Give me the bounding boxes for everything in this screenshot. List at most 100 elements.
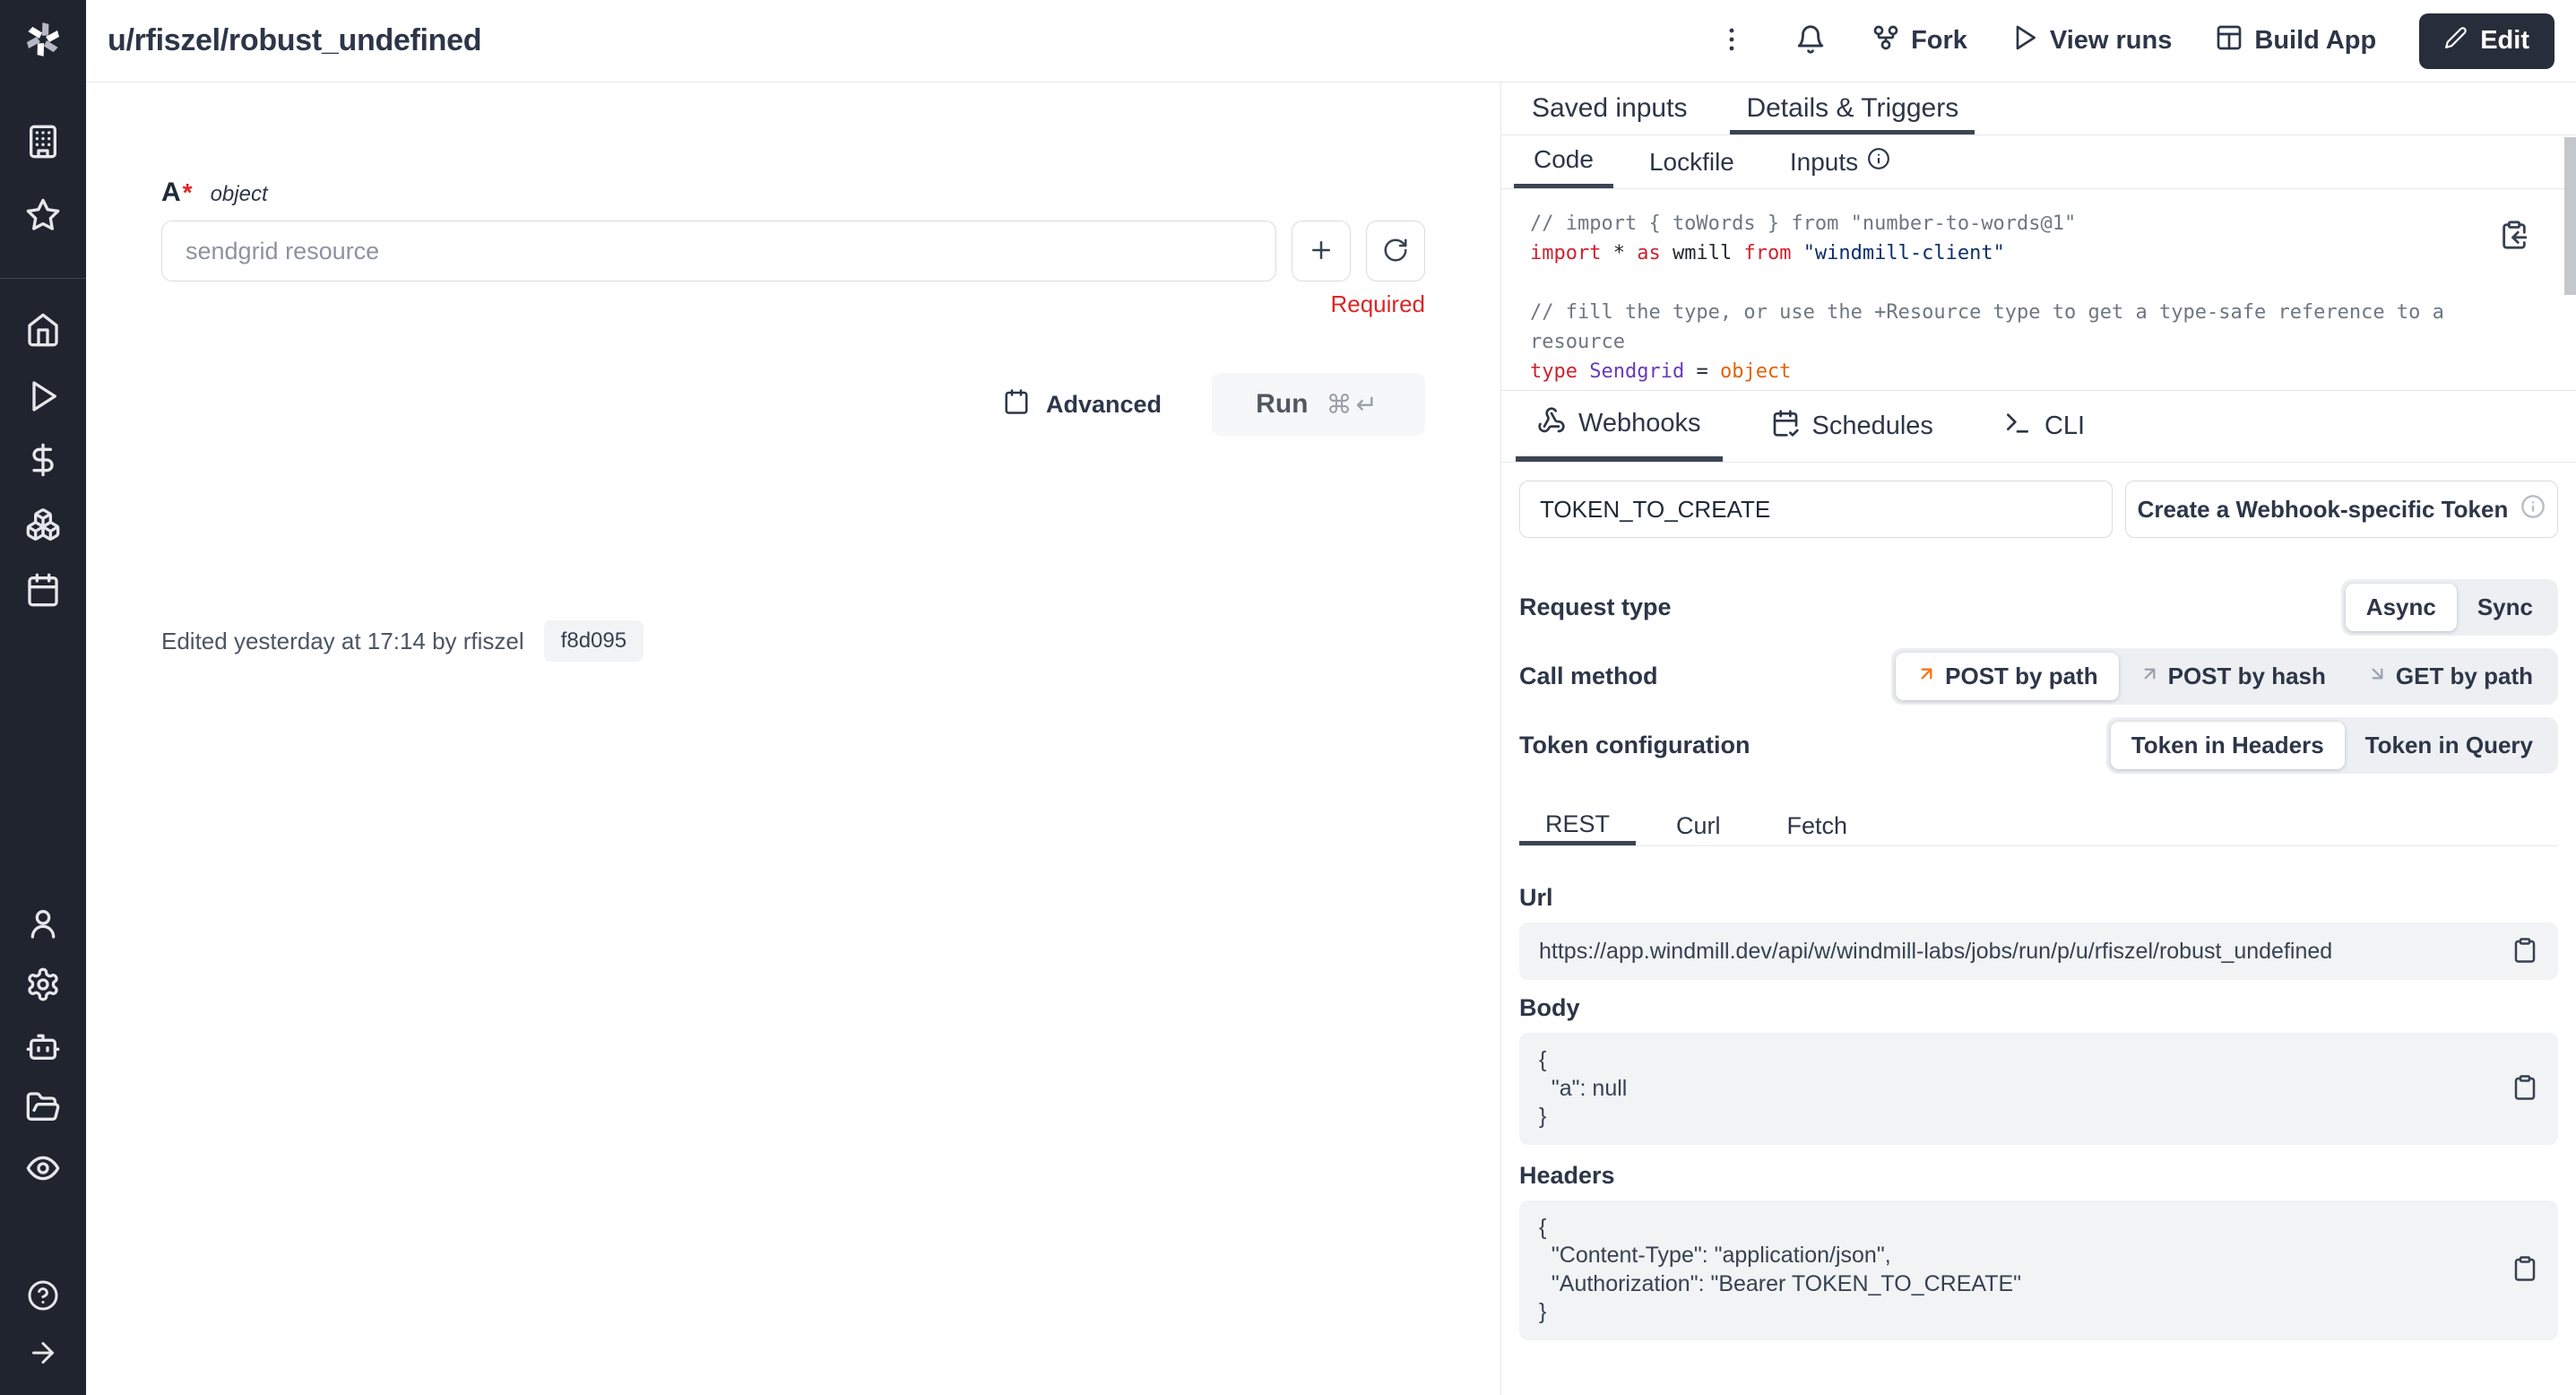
clipboard-icon	[2511, 1090, 2538, 1104]
tab-schedules[interactable]: Schedules	[1750, 391, 1955, 462]
run-form: A * object Required Advanced Run ⌘↵ Edit…	[86, 82, 1500, 1395]
calendar-check-icon	[1771, 409, 1800, 445]
create-token-button[interactable]: Create a Webhook-specific Token	[2125, 481, 2558, 538]
app-grid-icon	[2215, 23, 2243, 59]
tab-lockfile[interactable]: Lockfile	[1629, 135, 1754, 188]
sidebar-item-folders[interactable]	[25, 1089, 61, 1125]
option-async[interactable]: Async	[2346, 584, 2457, 631]
sidebar-item-help[interactable]	[25, 1278, 61, 1314]
sidebar-item-resources[interactable]	[25, 507, 61, 542]
refresh-button[interactable]	[1366, 221, 1425, 282]
version-hash-badge[interactable]: f8d095	[544, 620, 644, 662]
option-token-in-headers[interactable]: Token in Headers	[2111, 722, 2345, 769]
info-icon	[2520, 494, 2546, 525]
sidebar-item-variables[interactable]	[25, 442, 61, 478]
copy-body-button[interactable]	[2511, 1074, 2538, 1104]
building-icon	[25, 149, 61, 162]
option-post-by-path[interactable]: POST by path	[1896, 653, 2118, 700]
edited-info-row: Edited yesterday at 17:14 by rfiszel f8d…	[161, 620, 1425, 662]
windmill-logo-icon[interactable]	[22, 18, 65, 61]
edited-info: Edited yesterday at 17:14 by rfiszel	[161, 628, 524, 655]
clipboard-icon	[2511, 1271, 2538, 1285]
tab-webhooks[interactable]: Webhooks	[1516, 391, 1723, 462]
resource-input[interactable]	[161, 221, 1276, 282]
plus-icon	[1308, 237, 1335, 266]
view-runs-button[interactable]: View runs	[2010, 23, 2172, 59]
call-method-label: Call method	[1519, 663, 1658, 690]
run-button[interactable]: Run ⌘↵	[1212, 373, 1425, 436]
arrow-right-icon	[27, 1358, 59, 1372]
arrow-up-right-icon	[2139, 663, 2160, 690]
token-input[interactable]	[1519, 481, 2113, 538]
webhook-icon	[1537, 406, 1566, 442]
eye-icon	[25, 1175, 61, 1189]
sidebar-item-workspace[interactable]	[25, 124, 61, 160]
option-sync[interactable]: Sync	[2457, 584, 2554, 631]
tab-fetch[interactable]: Fetch	[1761, 807, 1874, 845]
info-icon	[1867, 147, 1890, 177]
star-icon	[25, 222, 61, 236]
add-resource-button[interactable]	[1292, 221, 1351, 282]
edit-button[interactable]: Edit	[2419, 13, 2554, 69]
tab-inputs[interactable]: Inputs	[1770, 135, 1910, 188]
url-value: https://app.windmill.dev/api/w/windmill-…	[1539, 939, 2332, 965]
pencil-icon	[2444, 26, 2468, 56]
scrollbar-thumb[interactable]	[2564, 137, 2576, 295]
headers-label: Headers	[1519, 1162, 2558, 1190]
token-configuration-toggle: Token in Headers Token in Query	[2106, 717, 2558, 774]
bot-icon	[25, 1053, 61, 1067]
folder-open-icon	[25, 1114, 61, 1128]
arrow-up-right-icon	[1916, 663, 1937, 690]
sidebar-item-settings[interactable]	[25, 966, 61, 1002]
tab-saved-inputs[interactable]: Saved inputs	[1530, 82, 1689, 134]
request-type-label: Request type	[1519, 594, 1672, 621]
copy-url-button[interactable]	[2511, 937, 2538, 966]
more-menu-button[interactable]	[1714, 23, 1750, 59]
tab-rest[interactable]: REST	[1519, 807, 1636, 845]
url-label: Url	[1519, 884, 2558, 912]
top-header: u/rfiszel/robust_undefined Fork View run…	[86, 0, 2576, 82]
tab-code[interactable]: Code	[1514, 135, 1613, 188]
option-post-by-hash[interactable]: POST by hash	[2119, 653, 2347, 700]
notifications-button[interactable]	[1793, 23, 1828, 59]
code-content[interactable]: // import { toWords } from "number-to-wo…	[1530, 209, 2538, 386]
fork-button[interactable]: Fork	[1871, 23, 1967, 59]
call-method-row: Call method POST by path POST by hash GE…	[1519, 648, 2558, 705]
sidebar-item-favorites[interactable]	[25, 197, 61, 233]
url-box: https://app.windmill.dev/api/w/windmill-…	[1519, 923, 2558, 980]
home-icon	[25, 337, 61, 351]
code-tabs: Code Lockfile Inputs	[1501, 135, 2576, 189]
user-icon	[25, 931, 61, 944]
kebab-menu-icon	[1716, 44, 1747, 57]
sidebar-item-schedules[interactable]	[25, 572, 61, 608]
tab-details-triggers[interactable]: Details & Triggers	[1744, 82, 1960, 134]
field-label: A * object	[161, 178, 1425, 208]
trigger-tabs: Webhooks Schedules CLI	[1501, 391, 2576, 463]
token-row: Create a Webhook-specific Token	[1519, 481, 2558, 538]
option-get-by-path[interactable]: GET by path	[2347, 653, 2554, 700]
field-type: object	[211, 182, 268, 207]
tab-cli[interactable]: CLI	[1982, 391, 2106, 462]
sidebar-item-home[interactable]	[25, 312, 61, 348]
windmill-app: u/rfiszel/robust_undefined Fork View run…	[0, 0, 2576, 1395]
field-name: A	[161, 178, 181, 208]
header-actions: Fork View runs Build App Edit	[1714, 13, 2554, 69]
sidebar-collapse-button[interactable]	[25, 1336, 61, 1372]
sidebar-item-runs[interactable]	[25, 378, 61, 414]
details-panel: Saved inputs Details & Triggers Code Loc…	[1500, 82, 2576, 1395]
headers-box: { "Content-Type": "application/json", "A…	[1519, 1200, 2558, 1340]
advanced-button[interactable]: Advanced	[1003, 388, 1162, 421]
clipboard-icon	[2511, 953, 2538, 966]
build-app-button[interactable]: Build App	[2215, 23, 2376, 59]
tab-curl[interactable]: Curl	[1650, 807, 1747, 845]
bell-icon	[1795, 44, 1826, 57]
option-token-in-query[interactable]: Token in Query	[2345, 722, 2554, 769]
copy-headers-button[interactable]	[2511, 1255, 2538, 1285]
request-type-row: Request type Async Sync	[1519, 579, 2558, 636]
play-icon	[25, 403, 61, 417]
copy-code-button[interactable]	[2499, 220, 2529, 253]
sidebar-item-audit-logs[interactable]	[25, 1150, 61, 1186]
sidebar-item-users[interactable]	[25, 905, 61, 941]
run-shortcut: ⌘↵	[1327, 389, 1381, 420]
sidebar-item-workers[interactable]	[25, 1028, 61, 1064]
